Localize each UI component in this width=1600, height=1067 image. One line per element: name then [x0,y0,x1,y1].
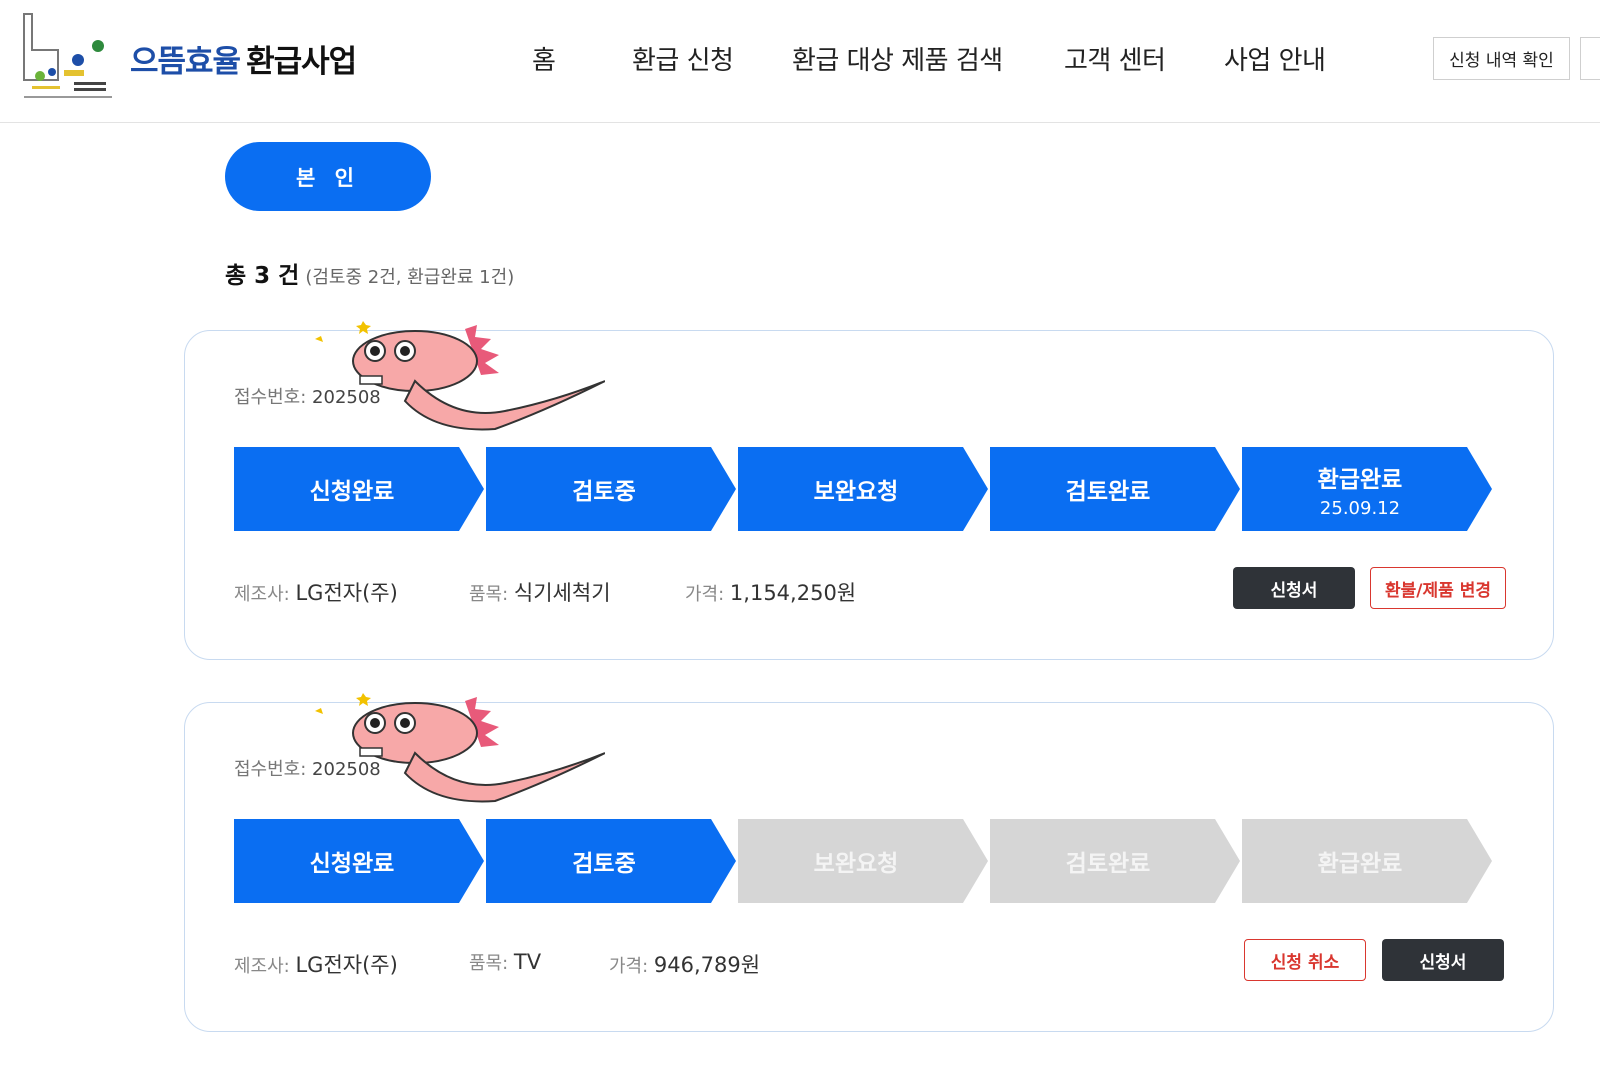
maker-value: LG전자(주) [295,581,398,605]
maker-info: 제조사: LG전자(주) [234,949,398,979]
price-value: 1,154,250원 [729,581,857,605]
nav-apply[interactable]: 환급 신청 [632,40,734,77]
application-card: 접수번호: 202508 신청완료 검토중 보완요청 검토완료 환급완료 제조사… [184,693,1554,1032]
application-form-button[interactable]: 신청서 [1382,939,1504,981]
step-refund-complete: 환급완료 [1242,819,1492,903]
price-label: 가격: [609,956,649,977]
maker-value: LG전자(주) [295,953,398,977]
application-summary: 총 3 건 (검토중 2건, 환급완료 1건) [225,256,514,290]
cancel-application-button[interactable]: 신청 취소 [1244,939,1366,981]
step-label: 검토중 [572,479,636,505]
status-breakdown: (검토중 2건, 환급완료 1건) [305,267,515,288]
step-label: 환급완료 [1317,851,1403,877]
step-review-complete: 검토완료 [990,447,1240,531]
step-date: 25.09.12 [1319,497,1401,519]
item-info: 품목: 식기세척기 [469,577,611,607]
receipt-label: 접수번호: [234,387,307,408]
price-value: 946,789원 [653,953,761,977]
item-info: 품목: TV [469,949,541,975]
total-count: 총 3 건 [225,263,300,289]
site-header: 으뜸효율 환급사업 홈 환급 신청 환급 대상 제품 검색 고객 센터 사업 안내… [0,0,1600,123]
progress-steps: 신청완료 검토중 보완요청 검토완료 환급완료 [234,819,1494,903]
brand-part2: 환급사업 [246,44,357,80]
application-card: 접수번호: 202508 신청완료 검토중 보완요청 검토완료 환급완료 25.… [184,321,1554,660]
maker-label: 제조사: [234,584,290,605]
step-label: 검토완료 [1065,851,1151,877]
refund-change-button[interactable]: 환불/제품 변경 [1370,567,1506,609]
nav-home[interactable]: 홈 [532,40,556,77]
price-info: 가격: 1,154,250원 [685,577,856,607]
step-label: 검토완료 [1065,479,1151,505]
dinosaur-mascot-icon [315,321,605,431]
dinosaur-mascot-icon [315,693,605,803]
step-label: 신청완료 [309,851,395,877]
step-refund-complete: 환급완료 25.09.12 [1242,447,1492,531]
step-label: 신청완료 [309,479,395,505]
receipt-label: 접수번호: [234,759,307,780]
item-value: TV [513,950,542,974]
progress-steps: 신청완료 검토중 보완요청 검토완료 환급완료 25.09.12 [234,447,1494,531]
step-label: 보완요청 [813,851,899,877]
header-extra-button[interactable] [1580,37,1600,80]
maker-info: 제조사: LG전자(주) [234,577,398,607]
step-applied: 신청완료 [234,447,484,531]
step-supplement-request: 보완요청 [738,819,988,903]
check-application-button[interactable]: 신청 내역 확인 [1433,37,1570,80]
item-label: 품목: [469,584,509,605]
nav-customer-center[interactable]: 고객 센터 [1064,40,1166,77]
step-supplement-request: 보완요청 [738,447,988,531]
step-review-complete: 검토완료 [990,819,1240,903]
applicant-tab[interactable]: 본 인 [225,142,431,211]
nav-product-search[interactable]: 환급 대상 제품 검색 [792,40,1003,77]
item-label: 품목: [469,953,509,974]
nav-business-info[interactable]: 사업 안내 [1224,40,1326,77]
step-label: 검토중 [572,851,636,877]
logo-icon[interactable] [18,10,118,102]
price-info: 가격: 946,789원 [609,949,760,979]
maker-label: 제조사: [234,956,290,977]
step-applied: 신청완료 [234,819,484,903]
item-value: 식기세척기 [513,581,611,605]
step-label: 환급완료 [1317,466,1403,493]
brand-title[interactable]: 으뜸효율 환급사업 [130,36,357,81]
brand-part1: 으뜸효율 [130,44,241,80]
step-label: 보완요청 [813,479,899,505]
step-reviewing: 검토중 [486,819,736,903]
application-form-button[interactable]: 신청서 [1233,567,1355,609]
price-label: 가격: [685,584,725,605]
step-reviewing: 검토중 [486,447,736,531]
